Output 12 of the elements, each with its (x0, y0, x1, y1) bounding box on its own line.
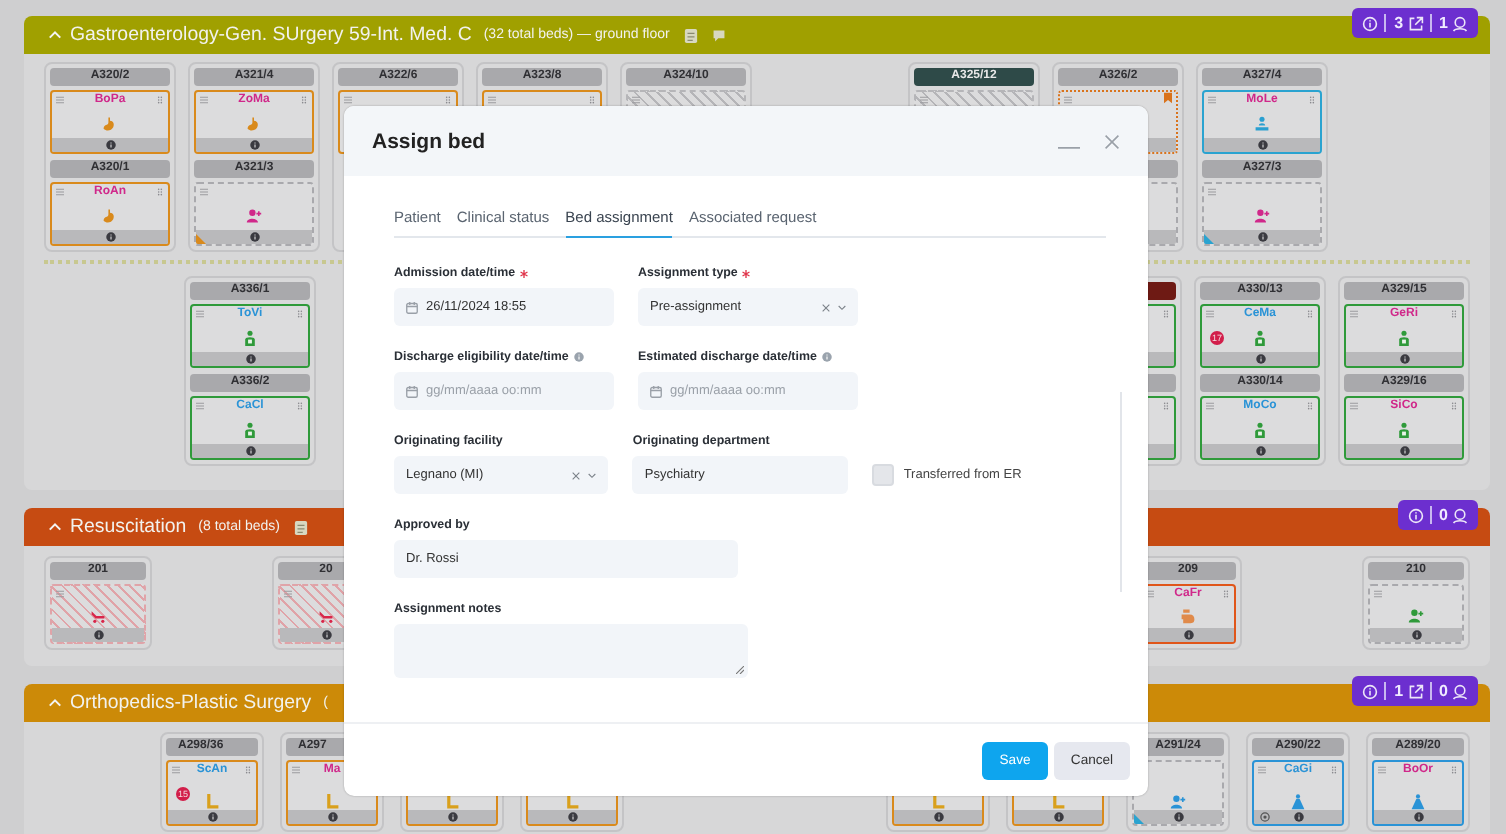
dialog-title: Assign bed (372, 129, 486, 153)
count-value: 0 (1439, 506, 1448, 524)
count-value: 0 (1439, 682, 1448, 700)
count-badge[interactable]: 1 0 (1352, 676, 1478, 706)
ward-title: Resuscitation (70, 516, 187, 538)
ward-title: Orthopedics-Plastic Surgery (70, 692, 312, 714)
count-value: 3 (1394, 14, 1404, 32)
count-value: 1 (1394, 682, 1404, 700)
count-value: 1 (1439, 14, 1448, 32)
count-badge[interactable]: 3 1 (1352, 8, 1478, 38)
ward-title: Gastroenterology-Gen. SUrgery 59-Int. Med. C (70, 24, 472, 46)
count-badge[interactable]: 0 (1397, 500, 1478, 530)
